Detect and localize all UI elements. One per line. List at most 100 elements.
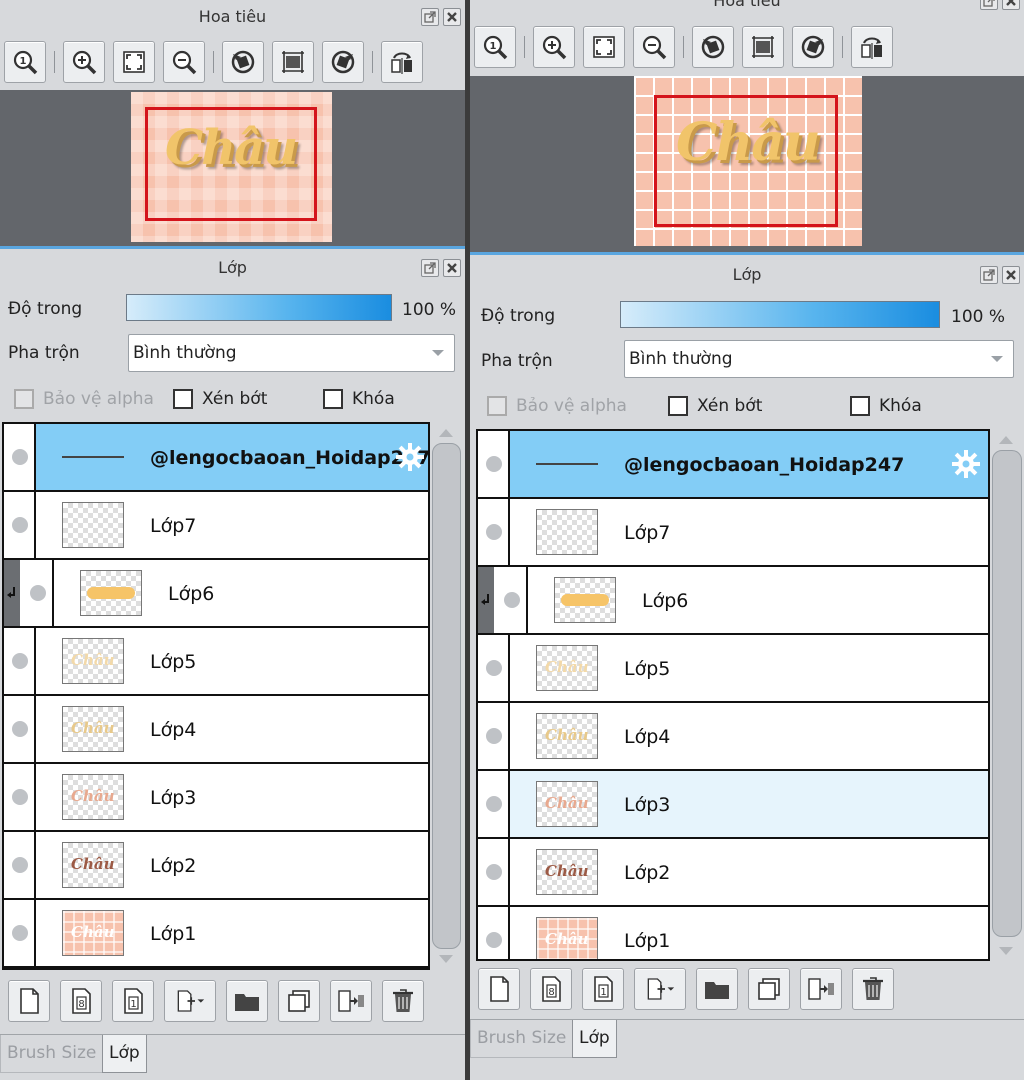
navigator-preview[interactable]: Châu (470, 76, 1024, 252)
layer-list-scrollbar[interactable] (430, 425, 463, 967)
visibility-toggle[interactable] (478, 499, 510, 565)
layer-row[interactable]: Châu Lớp4 (4, 696, 428, 764)
layer-row[interactable]: Lớp6 (478, 567, 988, 635)
new-1bit-layer-button[interactable]: 1 (112, 980, 154, 1022)
rotate-left-button[interactable] (692, 26, 734, 68)
undock-button[interactable] (980, 0, 998, 10)
layer-row[interactable]: Châu Lớp5 (478, 635, 988, 703)
layer-row[interactable]: @lengocbaoan_Hoidap247 (478, 431, 988, 499)
rotate-right-button[interactable] (792, 26, 834, 68)
visibility-toggle[interactable] (4, 696, 36, 762)
rotate-left-button[interactable] (222, 41, 264, 83)
scroll-down-icon[interactable] (439, 955, 453, 963)
delete-layer-button[interactable] (852, 968, 894, 1010)
visibility-toggle[interactable] (4, 492, 36, 558)
layer-list-scrollbar[interactable] (990, 432, 1024, 959)
close-button[interactable] (443, 259, 461, 277)
layer-row[interactable]: Châu Lớp1 (478, 907, 988, 959)
protect-alpha-checkbox[interactable]: Bảo vệ alpha (487, 396, 627, 416)
lock-checkbox[interactable]: Khóa (850, 396, 922, 416)
visibility-toggle[interactable] (22, 560, 54, 626)
merge-down-button[interactable] (330, 980, 372, 1022)
scroll-down-icon[interactable] (999, 947, 1013, 955)
visibility-toggle[interactable] (4, 900, 36, 966)
tab-brush-size[interactable]: Brush Size (470, 1020, 574, 1058)
close-button[interactable] (1002, 266, 1020, 284)
tab-layers[interactable]: Lớp (572, 1020, 617, 1058)
tab-brush-size[interactable]: Brush Size (0, 1035, 104, 1073)
layer-row[interactable]: Châu Lớp5 (4, 628, 428, 696)
layer-row[interactable]: Châu Lớp3 (4, 764, 428, 832)
merge-down-button[interactable] (800, 968, 842, 1010)
protect-alpha-checkbox[interactable]: Bảo vệ alpha (14, 389, 154, 409)
lock-checkbox[interactable]: Khóa (323, 389, 395, 409)
visibility-toggle[interactable] (478, 635, 510, 701)
new-8bit-layer-button[interactable]: 8 (60, 980, 102, 1022)
visibility-toggle[interactable] (478, 703, 510, 769)
zoom-actual-button[interactable]: 1 (474, 26, 516, 68)
zoom-out-button[interactable] (633, 26, 675, 68)
flip-horizontal-button[interactable] (851, 26, 893, 68)
tab-layers[interactable]: Lớp (102, 1035, 147, 1073)
visibility-toggle[interactable] (478, 907, 510, 959)
visibility-toggle[interactable] (478, 771, 510, 837)
undock-button[interactable] (421, 259, 439, 277)
visibility-toggle[interactable] (478, 839, 510, 905)
layer-row[interactable]: Châu Lớp4 (478, 703, 988, 771)
layer-row[interactable]: @lengocbaoan_Hoidap247 (4, 424, 428, 492)
add-layer-menu-button[interactable] (634, 968, 686, 1010)
clip-checkbox[interactable]: Xén bớt (173, 389, 267, 409)
scroll-up-icon[interactable] (439, 429, 453, 437)
zoom-actual-button[interactable]: 1 (4, 41, 46, 83)
layer-row[interactable]: Châu Lớp1 (4, 900, 428, 968)
fit-canvas-button[interactable] (742, 26, 784, 68)
clip-checkbox[interactable]: Xén bớt (668, 396, 762, 416)
add-layer-menu-button[interactable] (164, 980, 216, 1022)
blend-mode-select[interactable]: Bình thường (128, 334, 455, 372)
gear-icon[interactable] (394, 441, 426, 473)
navigator-preview[interactable]: Châu (0, 90, 465, 246)
blend-mode-select[interactable]: Bình thường (624, 340, 1014, 378)
new-raster-layer-button[interactable] (478, 968, 520, 1010)
fit-screen-button[interactable] (583, 26, 625, 68)
undock-button[interactable] (421, 8, 439, 26)
flip-horizontal-button[interactable] (381, 41, 423, 83)
close-button[interactable] (443, 8, 461, 26)
zoom-in-button[interactable] (533, 26, 575, 68)
close-button[interactable] (1002, 0, 1020, 10)
fit-canvas-button[interactable] (272, 41, 314, 83)
fit-screen-button[interactable] (113, 41, 155, 83)
layer-row[interactable]: Lớp7 (478, 499, 988, 567)
visibility-toggle[interactable] (496, 567, 528, 633)
visibility-toggle[interactable] (4, 424, 36, 490)
visibility-toggle[interactable] (4, 628, 36, 694)
new-folder-button[interactable] (226, 980, 268, 1022)
gear-icon[interactable] (950, 448, 982, 480)
layer-row[interactable]: Lớp6 (4, 560, 428, 628)
view-frame[interactable] (654, 95, 838, 227)
layer-row[interactable]: Châu Lớp2 (478, 839, 988, 907)
scrollbar-thumb[interactable] (432, 443, 461, 949)
scroll-up-icon[interactable] (999, 436, 1013, 444)
opacity-slider[interactable] (126, 294, 392, 321)
scrollbar-thumb[interactable] (992, 450, 1022, 937)
duplicate-layer-button[interactable] (748, 968, 790, 1010)
new-8bit-layer-button[interactable]: 8 (530, 968, 572, 1010)
layer-row[interactable]: Châu Lớp3 (478, 771, 988, 839)
opacity-slider[interactable] (620, 301, 940, 328)
visibility-toggle[interactable] (478, 431, 510, 497)
layer-row[interactable]: Châu Lớp2 (4, 832, 428, 900)
new-folder-button[interactable] (696, 968, 738, 1010)
layer-row[interactable]: Lớp7 (4, 492, 428, 560)
visibility-toggle[interactable] (4, 832, 36, 898)
undock-button[interactable] (980, 266, 998, 284)
view-frame[interactable] (145, 107, 317, 221)
new-raster-layer-button[interactable] (8, 980, 50, 1022)
duplicate-layer-button[interactable] (278, 980, 320, 1022)
visibility-toggle[interactable] (4, 764, 36, 830)
new-1bit-layer-button[interactable]: 1 (582, 968, 624, 1010)
rotate-right-button[interactable] (322, 41, 364, 83)
delete-layer-button[interactable] (382, 980, 424, 1022)
zoom-out-button[interactable] (163, 41, 205, 83)
zoom-in-button[interactable] (63, 41, 105, 83)
